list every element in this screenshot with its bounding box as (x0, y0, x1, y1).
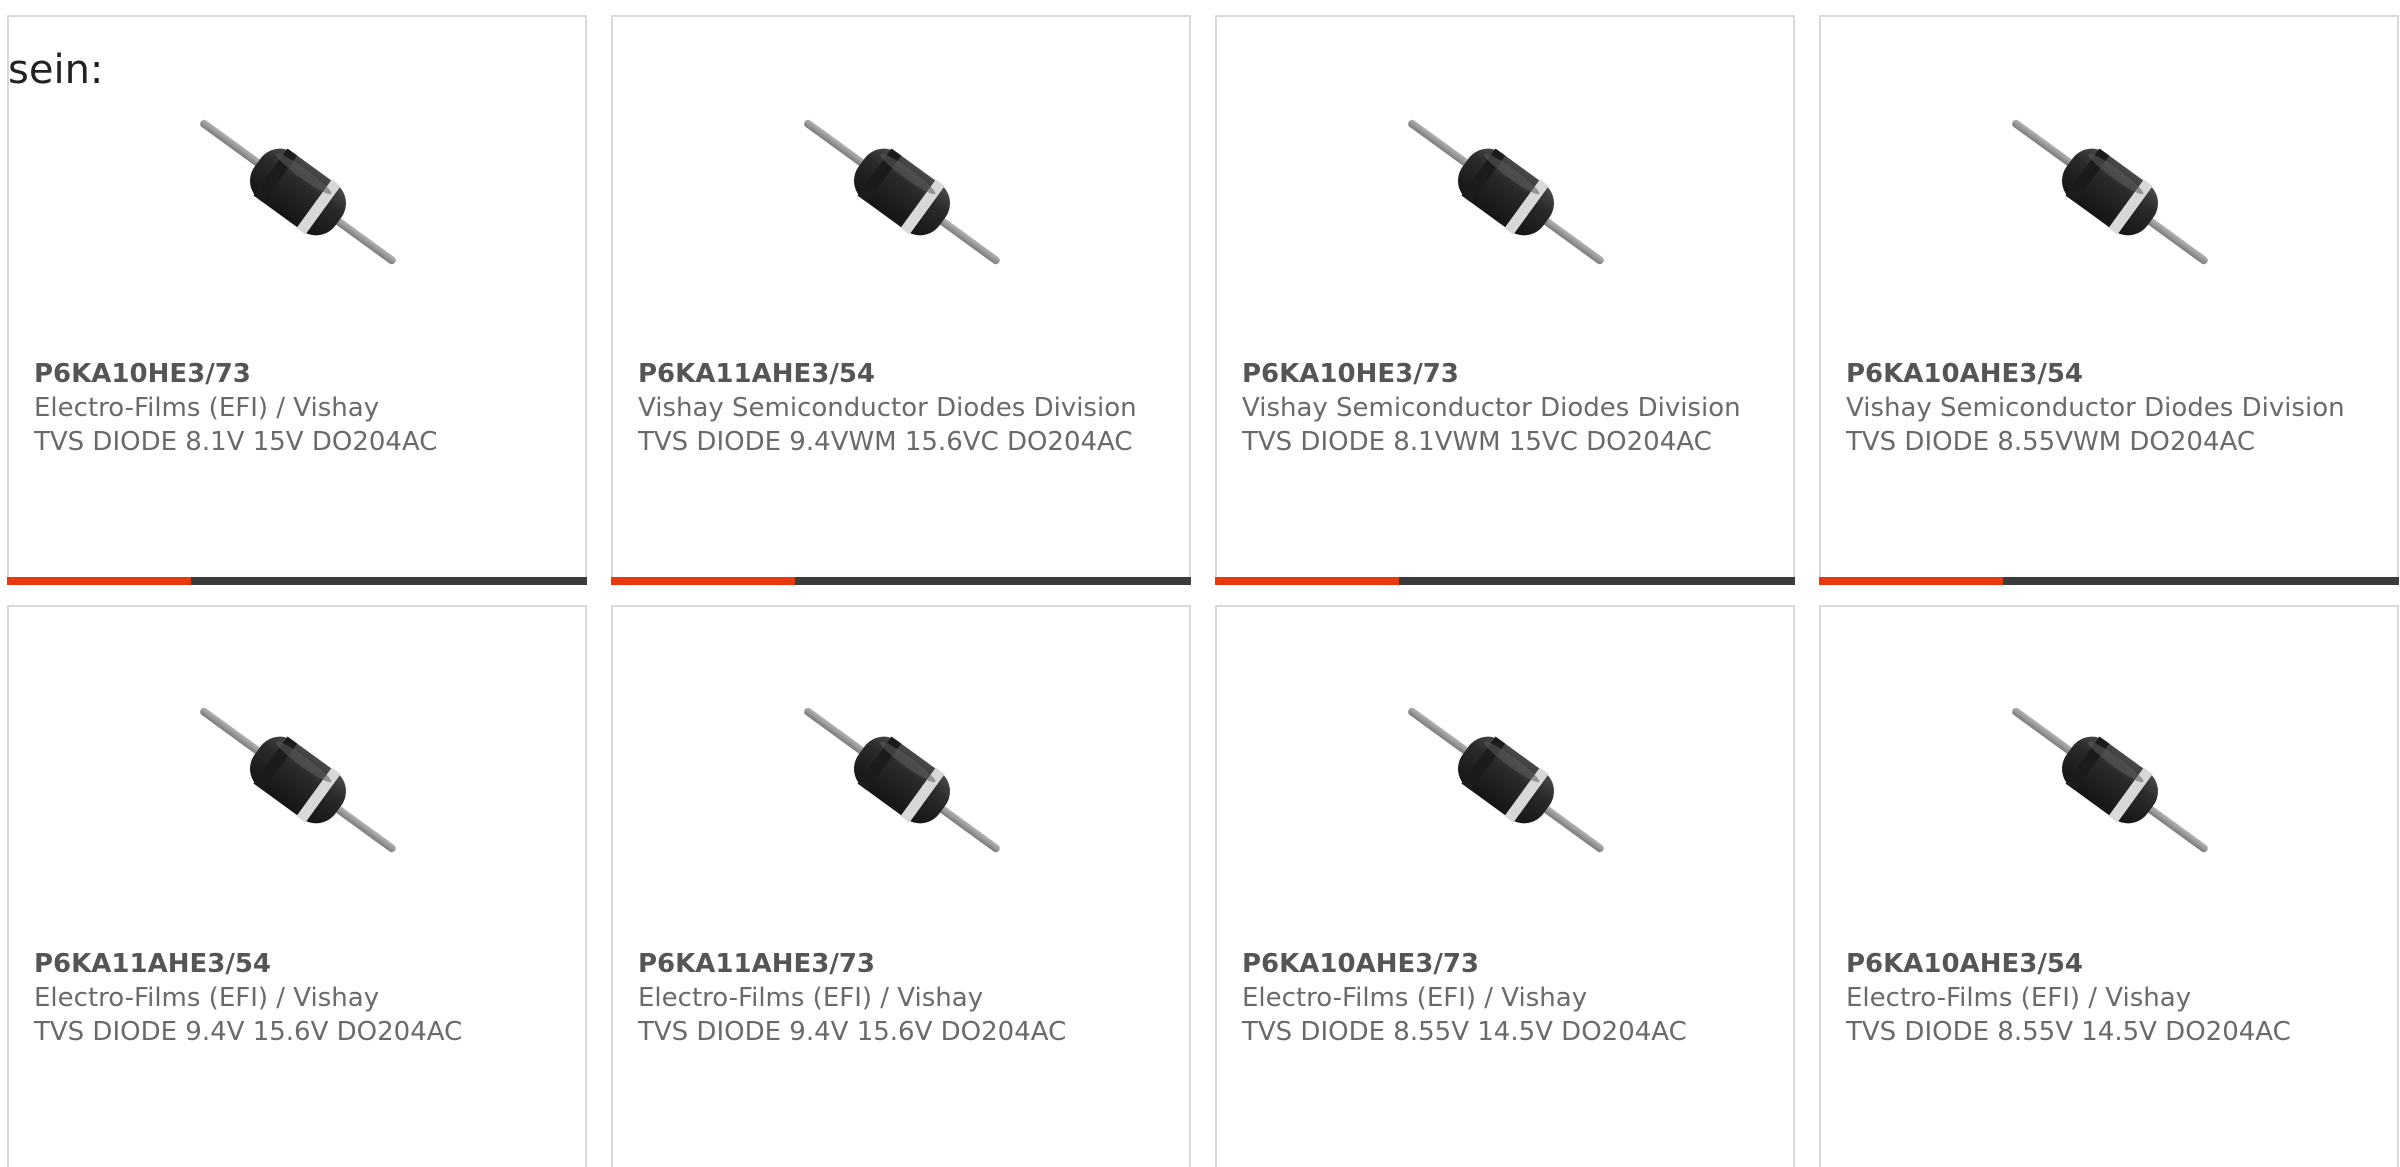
description-text: TVS DIODE 8.55V 14.5V DO204AC (1242, 1017, 1687, 1047)
product-card[interactable]: P6KA10AHE3/54 Vishay Semiconductor Diode… (1819, 15, 2399, 585)
manufacturer-text: Electro-Films (EFI) / Vishay (34, 983, 380, 1013)
product-info: P6KA10AHE3/54 Vishay Semiconductor Diode… (1846, 357, 2346, 459)
description-text: TVS DIODE 9.4V 15.6V DO204AC (34, 1017, 463, 1047)
axial-diode-image (2007, 677, 2213, 883)
axial-diode-image (799, 89, 1005, 295)
product-info: P6KA10HE3/73 Electro-Films (EFI) / Visha… (34, 357, 534, 459)
axial-diode-image (1403, 89, 1609, 295)
product-info: P6KA10AHE3/73 Electro-Films (EFI) / Vish… (1242, 947, 1742, 1049)
card-progress-accent (1819, 577, 2003, 585)
product-info: P6KA10AHE3/54 Electro-Films (EFI) / Vish… (1846, 947, 2346, 1049)
card-progress-accent (1215, 577, 1399, 585)
part-number-link[interactable]: P6KA11AHE3/73 (638, 947, 1138, 981)
axial-diode-image (195, 677, 401, 883)
part-number-link[interactable]: P6KA10HE3/73 (34, 357, 534, 391)
product-card[interactable]: P6KA10HE3/73 Vishay Semiconductor Diodes… (1215, 15, 1795, 585)
description-text: TVS DIODE 8.1VWM 15VC DO204AC (1242, 427, 1712, 457)
part-number-link[interactable]: P6KA10AHE3/54 (1846, 947, 2346, 981)
product-card[interactable]: P6KA10AHE3/54 Electro-Films (EFI) / Vish… (1819, 605, 2399, 1167)
manufacturer-text: Electro-Films (EFI) / Vishay (1242, 983, 1588, 1013)
part-number-link[interactable]: P6KA10HE3/73 (1242, 357, 1742, 391)
description-text: TVS DIODE 8.55VWM DO204AC (1846, 427, 2255, 457)
axial-diode-image (2007, 89, 2213, 295)
manufacturer-text: Vishay Semiconductor Diodes Division (1846, 393, 2345, 423)
description-text: TVS DIODE 9.4VWM 15.6VC DO204AC (638, 427, 1133, 457)
product-card[interactable]: P6KA11AHE3/54 Electro-Films (EFI) / Vish… (7, 605, 587, 1167)
card-progress-accent (7, 577, 191, 585)
manufacturer-text: Electro-Films (EFI) / Vishay (34, 393, 380, 423)
product-grid-page: sein: P6KA10HE3/73 Electro-Films (EFI) /… (0, 0, 2400, 1167)
card-progress-bar (1215, 577, 1795, 585)
product-card[interactable]: P6KA11AHE3/54 Vishay Semiconductor Diode… (611, 15, 1191, 585)
description-text: TVS DIODE 8.55V 14.5V DO204AC (1846, 1017, 2291, 1047)
product-info: P6KA11AHE3/54 Electro-Films (EFI) / Vish… (34, 947, 534, 1049)
part-number-link[interactable]: P6KA11AHE3/54 (638, 357, 1138, 391)
part-number-link[interactable]: P6KA10AHE3/54 (1846, 357, 2346, 391)
product-info: P6KA11AHE3/54 Vishay Semiconductor Diode… (638, 357, 1138, 459)
axial-diode-image (195, 89, 401, 295)
product-card[interactable]: P6KA10HE3/73 Electro-Films (EFI) / Visha… (7, 15, 587, 585)
product-card[interactable]: P6KA10AHE3/73 Electro-Films (EFI) / Vish… (1215, 605, 1795, 1167)
axial-diode-image (799, 677, 1005, 883)
card-progress-bar (7, 577, 587, 585)
manufacturer-text: Electro-Films (EFI) / Vishay (638, 983, 984, 1013)
manufacturer-text: Vishay Semiconductor Diodes Division (638, 393, 1137, 423)
card-progress-bar (1819, 577, 2399, 585)
description-text: TVS DIODE 8.1V 15V DO204AC (34, 427, 438, 457)
part-number-link[interactable]: P6KA11AHE3/54 (34, 947, 534, 981)
product-info: P6KA10HE3/73 Vishay Semiconductor Diodes… (1242, 357, 1742, 459)
axial-diode-image (1403, 677, 1609, 883)
card-progress-bar (611, 577, 1191, 585)
manufacturer-text: Vishay Semiconductor Diodes Division (1242, 393, 1741, 423)
manufacturer-text: Electro-Films (EFI) / Vishay (1846, 983, 2192, 1013)
product-info: P6KA11AHE3/73 Electro-Films (EFI) / Vish… (638, 947, 1138, 1049)
part-number-link[interactable]: P6KA10AHE3/73 (1242, 947, 1742, 981)
intro-text: sein: (8, 47, 104, 93)
card-progress-accent (611, 577, 795, 585)
product-card[interactable]: P6KA11AHE3/73 Electro-Films (EFI) / Vish… (611, 605, 1191, 1167)
description-text: TVS DIODE 9.4V 15.6V DO204AC (638, 1017, 1067, 1047)
